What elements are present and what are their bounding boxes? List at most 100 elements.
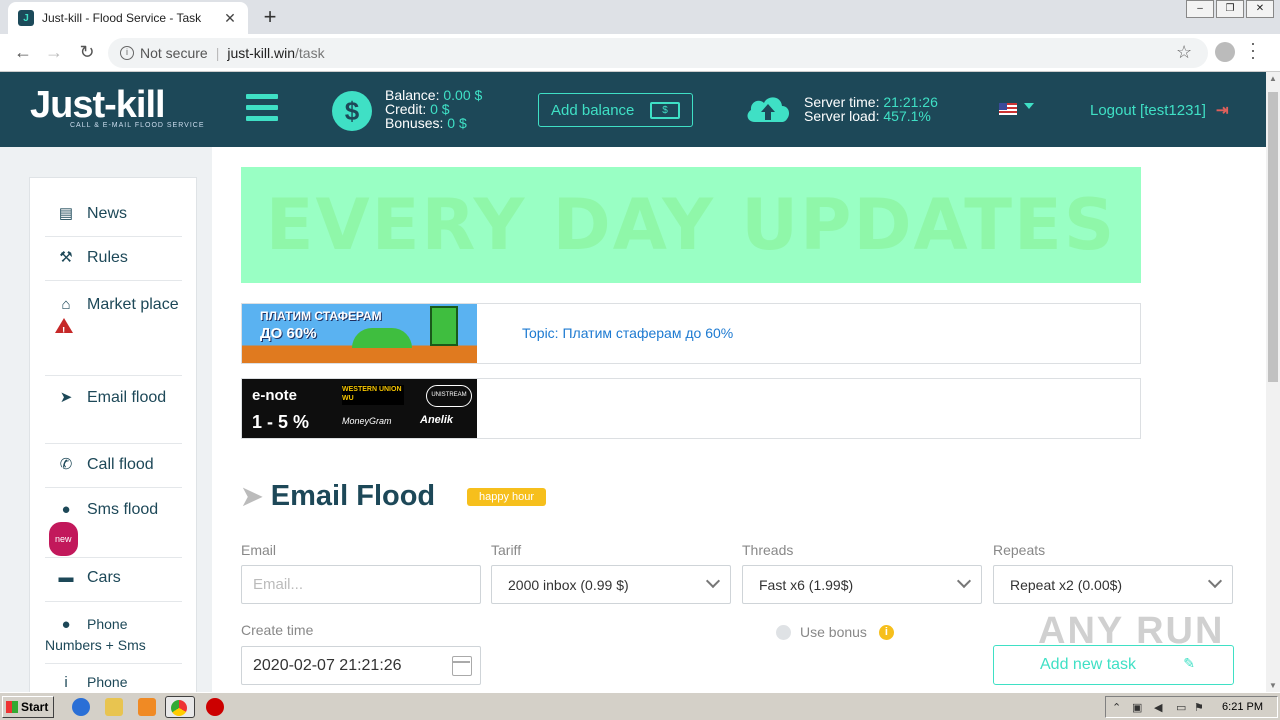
add-balance-button[interactable]: Add balance $ <box>538 93 693 127</box>
stop-icon[interactable] <box>206 698 224 716</box>
logout-label: Logout [test1231] <box>1090 102 1206 119</box>
ad-topic-link[interactable]: Topic: Платим стаферам до 60% <box>522 325 733 341</box>
language-dropdown-caret-icon[interactable] <box>1024 103 1034 109</box>
back-arrow-icon[interactable]: ← <box>12 42 34 63</box>
page-title: ➤ Email Flood <box>241 480 435 513</box>
chevron-down-icon <box>705 573 721 589</box>
browser-toolbar: ← → ↻ i Not secure | just-kill.win /task… <box>0 34 1280 72</box>
sidebar-item-call-flood[interactable]: ✆ Call flood <box>45 444 182 488</box>
sidebar-item-sms-flood[interactable]: ● Sms flood new <box>45 488 182 558</box>
start-button[interactable]: Start <box>2 696 54 718</box>
new-badge: new <box>49 522 78 556</box>
logout-link[interactable]: Logout [test1231] ⇥ <box>1090 101 1229 119</box>
system-tray: ⌃ ▣ ◀ ▭ ⚑ 6:21 PM <box>1105 696 1278 718</box>
scroll-thumb[interactable] <box>1268 92 1278 382</box>
browser-menu-icon[interactable]: · · · <box>1250 34 1256 66</box>
use-bonus-label: Use bonus <box>800 624 867 640</box>
use-bonus-checkbox[interactable] <box>776 624 791 640</box>
info-icon[interactable]: i <box>120 46 134 60</box>
chat-icon: ● <box>61 616 71 633</box>
dollar-icon: $ <box>332 91 372 131</box>
logo-text: Just-kill <box>30 84 166 126</box>
monitor-icon[interactable]: ▭ <box>1176 701 1186 714</box>
threads-select[interactable]: Fast x6 (1.99$) <box>742 565 982 604</box>
sidebar-item-phone-numbers-sms[interactable]: ● Phone Numbers + Sms <box>45 602 182 664</box>
minimize-button[interactable]: ‒ <box>1186 0 1214 18</box>
paper-plane-icon: ➤ <box>59 389 73 406</box>
us-flag-icon[interactable] <box>999 103 1017 115</box>
ad-row-enote[interactable]: e-note 1 - 5 % WESTERN UNION WU UNISTREA… <box>241 378 1141 439</box>
network-icon[interactable]: ▣ <box>1132 701 1142 714</box>
money-bill-icon: $ <box>650 102 680 119</box>
scroll-up-icon[interactable]: ▲ <box>1269 74 1277 83</box>
chat-icon: ● <box>61 501 71 518</box>
create-time-field[interactable]: 2020-02-07 21:21:26 <box>241 646 481 685</box>
site-logo[interactable]: Just-kill CALL & E-MAIL FLOOD SERVICE <box>30 86 205 129</box>
newspaper-icon: ▤ <box>58 205 74 222</box>
sidebar-item-label: Market place <box>87 296 179 313</box>
repeats-value: Repeat x2 (0.00$) <box>1010 576 1123 593</box>
url-path: /task <box>295 45 325 61</box>
restore-button[interactable]: ❐ <box>1216 0 1244 18</box>
sidebar-menu: ▤News ⚒Rules ⌂Market place ➤Email flood … <box>29 177 197 692</box>
flag-icon[interactable]: ⚑ <box>1194 701 1204 714</box>
address-bar[interactable]: i Not secure | just-kill.win /task <box>108 38 1208 68</box>
sign-out-icon: ⇥ <box>1215 102 1229 119</box>
tab-close-icon[interactable]: ✕ <box>222 10 238 27</box>
ie-icon[interactable] <box>72 698 90 716</box>
tariff-label: Tariff <box>491 542 522 558</box>
balance-info: Balance: 0.00 $ Credit: 0 $ Bonuses: 0 $ <box>385 88 482 130</box>
folder-icon[interactable] <box>105 698 123 716</box>
sidebar-item-rules[interactable]: ⚒ Rules <box>45 237 182 281</box>
not-secure-label: Not secure <box>140 45 208 61</box>
create-time-label: Create time <box>241 622 314 638</box>
sidebar-item-marketplace[interactable]: ⌂ Market place <box>45 281 182 376</box>
pipe-shape <box>430 306 458 346</box>
media-player-icon[interactable] <box>138 698 156 716</box>
repeats-select[interactable]: Repeat x2 (0.00$) <box>993 565 1233 604</box>
ad-row-staffers[interactable]: ПЛАТИМ СТАФЕРАМ ДО 60% Topic: Платим ста… <box>241 303 1141 364</box>
moneygram-logo: MoneyGram <box>342 416 392 426</box>
page-title-text: Email Flood <box>270 480 436 512</box>
hamburger-menu-icon[interactable] <box>246 94 278 127</box>
forward-arrow-icon[interactable]: → <box>43 42 65 63</box>
reload-icon[interactable]: ↻ <box>76 42 98 63</box>
enote-ad-image[interactable]: e-note 1 - 5 % WESTERN UNION WU UNISTREA… <box>242 379 477 438</box>
new-tab-button[interactable]: + <box>258 4 282 30</box>
anelik-logo: Anelik <box>420 414 454 426</box>
tariff-select[interactable]: 2000 inbox (0.99 $) <box>491 565 731 604</box>
help-icon[interactable]: i <box>878 624 894 640</box>
email-label: Email <box>241 542 277 558</box>
profile-avatar-icon[interactable] <box>1215 42 1235 62</box>
gavel-icon: ⚒ <box>59 249 73 266</box>
threads-value: Fast x6 (1.99$) <box>759 576 854 593</box>
close-window-button[interactable]: ✕ <box>1246 0 1274 18</box>
browser-tab[interactable]: J Just-kill - Flood Service - Task ✕ <box>8 2 248 34</box>
threads-label: Threads <box>742 542 794 558</box>
create-time-value: 2020-02-07 21:21:26 <box>253 657 402 674</box>
tray-expand-icon[interactable]: ⌃ <box>1112 701 1121 714</box>
email-field[interactable]: Email... <box>241 565 481 604</box>
url-host: just-kill.win <box>227 45 296 61</box>
unistream-logo: UNISTREAM <box>426 385 472 407</box>
bonuses-value: 0 $ <box>447 115 467 131</box>
scroll-down-icon[interactable]: ▼ <box>1269 681 1277 690</box>
sidebar-item-news[interactable]: ▤ News <box>45 192 182 237</box>
calendar-icon[interactable] <box>452 656 472 676</box>
sidebar-item-email-flood[interactable]: ➤ Email flood <box>45 376 182 444</box>
logo-subtitle: CALL & E-MAIL FLOOD SERVICE <box>70 122 205 129</box>
staffers-ad-image[interactable]: ПЛАТИМ СТАФЕРАМ ДО 60% <box>242 304 477 363</box>
sidebar-item-label: News <box>87 205 128 222</box>
sidebar-item-cars[interactable]: ▬ Cars <box>45 558 182 602</box>
volume-icon[interactable]: ◀ <box>1154 701 1162 714</box>
tab-title: Just-kill - Flood Service - Task <box>42 11 202 25</box>
car-icon: ▬ <box>58 569 74 586</box>
sidebar-item-label: Rules <box>87 249 128 266</box>
anyrun-watermark: ANY RUN <box>1038 610 1225 652</box>
use-bonus-option[interactable]: Use bonus i <box>776 624 894 640</box>
updates-banner[interactable]: EVERY DAY UPDATES <box>241 167 1141 283</box>
sidebar-item-phone[interactable]: i Phone <box>45 664 182 694</box>
page-scrollbar[interactable]: ▲ ▼ <box>1266 72 1280 692</box>
bookmark-star-icon[interactable]: ☆ <box>1176 42 1192 63</box>
server-info: Server time: 21:21:26 Server load: 457.1… <box>804 95 938 123</box>
